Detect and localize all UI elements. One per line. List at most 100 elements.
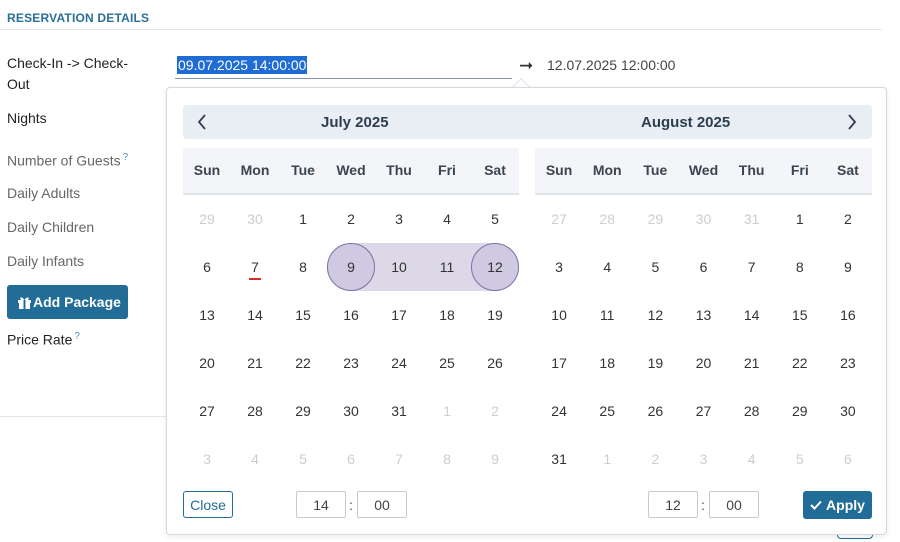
calendar-day-in-range[interactable]: 11 — [423, 243, 471, 291]
calendar-day-other-month[interactable]: 3 — [183, 435, 231, 483]
calendar-day-other-month[interactable]: 8 — [423, 435, 471, 483]
checkin-input[interactable]: 09.07.2025 14:00:00 — [175, 54, 512, 79]
calendar-day-other-month[interactable]: 6 — [824, 435, 872, 483]
calendar-day[interactable]: 8 — [279, 243, 327, 291]
calendar-day[interactable]: 2 — [327, 195, 375, 243]
calendar-day[interactable]: 12 — [631, 291, 679, 339]
calendar-day[interactable]: 27 — [679, 387, 727, 435]
calendar-day[interactable]: 6 — [679, 243, 727, 291]
calendar-day[interactable]: 23 — [824, 339, 872, 387]
calendar-day[interactable]: 17 — [375, 291, 423, 339]
calendar-day-other-month[interactable]: 3 — [679, 435, 727, 483]
calendar-day-other-month[interactable]: 5 — [776, 435, 824, 483]
calendar-day[interactable]: 1 — [776, 195, 824, 243]
calendar-day[interactable]: 3 — [375, 195, 423, 243]
calendar-day-today[interactable]: 7 — [231, 243, 279, 291]
calendar-day[interactable]: 13 — [183, 291, 231, 339]
calendar-day[interactable]: 17 — [535, 339, 583, 387]
calendar-day[interactable]: 15 — [279, 291, 327, 339]
calendar-day[interactable]: 20 — [679, 339, 727, 387]
calendar-day[interactable]: 18 — [423, 291, 471, 339]
day-number: 6 — [844, 451, 852, 467]
calendar-day-other-month[interactable]: 28 — [583, 195, 631, 243]
calendar-day[interactable]: 7 — [728, 243, 776, 291]
calendar-day[interactable]: 19 — [471, 291, 519, 339]
calendar-day[interactable]: 19 — [631, 339, 679, 387]
calendar-day[interactable]: 14 — [231, 291, 279, 339]
calendar-day[interactable]: 5 — [471, 195, 519, 243]
calendar-day[interactable]: 31 — [535, 435, 583, 483]
calendar-day[interactable]: 16 — [824, 291, 872, 339]
calendar-day[interactable]: 25 — [423, 339, 471, 387]
calendar-day[interactable]: 14 — [728, 291, 776, 339]
calendar-day[interactable]: 1 — [279, 195, 327, 243]
start-minute-input[interactable]: 00 — [357, 491, 407, 518]
calendar-day-other-month[interactable]: 2 — [631, 435, 679, 483]
calendar-day[interactable]: 5 — [631, 243, 679, 291]
calendar-day[interactable]: 6 — [183, 243, 231, 291]
calendar-day-other-month[interactable]: 5 — [279, 435, 327, 483]
calendar-day-other-month[interactable]: 27 — [535, 195, 583, 243]
help-icon[interactable]: ? — [123, 152, 129, 163]
calendar-day[interactable]: 8 — [776, 243, 824, 291]
calendar-day[interactable]: 29 — [776, 387, 824, 435]
chevron-right-icon[interactable] — [841, 111, 863, 133]
weekday-label: Thu — [386, 162, 412, 178]
calendar-day[interactable]: 31 — [375, 387, 423, 435]
calendar-day[interactable]: 11 — [583, 291, 631, 339]
calendar-day-other-month[interactable]: 7 — [375, 435, 423, 483]
calendar-day[interactable]: 4 — [423, 195, 471, 243]
calendar-day[interactable]: 28 — [728, 387, 776, 435]
calendar-day[interactable]: 22 — [279, 339, 327, 387]
calendar-day[interactable]: 18 — [583, 339, 631, 387]
end-minute-input[interactable]: 00 — [709, 491, 759, 518]
calendar-day[interactable]: 24 — [535, 387, 583, 435]
calendar-day[interactable]: 24 — [375, 339, 423, 387]
calendar-day[interactable]: 29 — [279, 387, 327, 435]
calendar-day[interactable]: 22 — [776, 339, 824, 387]
end-hour-input[interactable]: 12 — [648, 491, 698, 518]
calendar-day-other-month[interactable]: 1 — [583, 435, 631, 483]
calendar-day[interactable]: 28 — [231, 387, 279, 435]
calendar-day[interactable]: 2 — [824, 195, 872, 243]
chevron-left-icon[interactable] — [191, 111, 213, 133]
calendar-day[interactable]: 15 — [776, 291, 824, 339]
calendar-day-other-month[interactable]: 31 — [728, 195, 776, 243]
calendar-day-range-end[interactable]: 12 — [471, 243, 519, 291]
calendar-day[interactable]: 23 — [327, 339, 375, 387]
checkout-input[interactable]: 12.07.2025 12:00:00 — [547, 57, 675, 73]
calendar-day-in-range[interactable]: 10 — [375, 243, 423, 291]
calendar-day-other-month[interactable]: 29 — [631, 195, 679, 243]
calendar-day[interactable]: 27 — [183, 387, 231, 435]
calendar-day-other-month[interactable]: 2 — [471, 387, 519, 435]
calendar-day[interactable]: 30 — [824, 387, 872, 435]
close-button[interactable]: Close — [183, 491, 233, 518]
calendar-day[interactable]: 25 — [583, 387, 631, 435]
calendar-day-other-month[interactable]: 1 — [423, 387, 471, 435]
calendar-day-other-month[interactable]: 9 — [471, 435, 519, 483]
calendar-day[interactable]: 20 — [183, 339, 231, 387]
calendar-day[interactable]: 26 — [471, 339, 519, 387]
day-number: 30 — [695, 211, 712, 227]
calendar-day[interactable]: 9 — [824, 243, 872, 291]
calendar-day[interactable]: 21 — [728, 339, 776, 387]
calendar-day[interactable]: 3 — [535, 243, 583, 291]
calendar-day[interactable]: 4 — [583, 243, 631, 291]
help-icon[interactable]: ? — [74, 331, 80, 342]
calendar-day[interactable]: 10 — [535, 291, 583, 339]
calendar-day[interactable]: 13 — [679, 291, 727, 339]
calendar-day-other-month[interactable]: 29 — [183, 195, 231, 243]
calendar-day-other-month[interactable]: 30 — [231, 195, 279, 243]
calendar-day-other-month[interactable]: 6 — [327, 435, 375, 483]
apply-button[interactable]: Apply — [803, 491, 872, 519]
calendar-day-other-month[interactable]: 4 — [231, 435, 279, 483]
calendar-day-other-month[interactable]: 4 — [728, 435, 776, 483]
calendar-day[interactable]: 26 — [631, 387, 679, 435]
calendar-day[interactable]: 16 — [327, 291, 375, 339]
start-hour-input[interactable]: 14 — [296, 491, 346, 518]
calendar-day-range-start[interactable]: 9 — [327, 243, 375, 291]
add-package-button[interactable]: Add Package — [7, 285, 128, 319]
calendar-day[interactable]: 30 — [327, 387, 375, 435]
calendar-day[interactable]: 21 — [231, 339, 279, 387]
calendar-day-other-month[interactable]: 30 — [679, 195, 727, 243]
